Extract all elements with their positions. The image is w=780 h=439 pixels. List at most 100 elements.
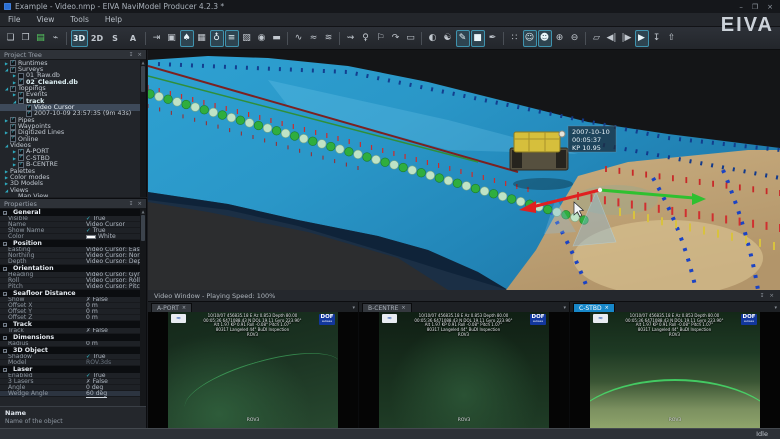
checkbox[interactable]: ✓: [18, 98, 24, 104]
properties-scrollbar[interactable]: ▲: [140, 209, 146, 406]
collapsed-arrow-icon[interactable]: ▶: [3, 118, 10, 123]
checkbox[interactable]: ✓: [10, 117, 16, 123]
video-clapper-button[interactable]: ▱: [590, 30, 604, 47]
property-section-seafloor-distance[interactable]: −Seafloor Distance: [0, 290, 140, 297]
view-3d-button[interactable]: 3D: [71, 30, 88, 47]
sphere-track-2-button[interactable]: ☻: [538, 30, 552, 47]
waypoint-pin-button[interactable]: ♀: [359, 30, 373, 47]
profile-wave-1-button[interactable]: ∿: [292, 30, 306, 47]
menu-view[interactable]: View: [29, 13, 63, 26]
property-section-general[interactable]: −General: [0, 209, 140, 216]
collapse-box-icon[interactable]: −: [3, 242, 7, 246]
chevron-down-icon[interactable]: ▾: [774, 305, 777, 311]
video-tab-b-centre[interactable]: B-CENTRE×: [362, 303, 412, 312]
open-project-button[interactable]: ❒: [19, 30, 33, 47]
collapse-box-icon[interactable]: −: [3, 267, 7, 271]
import-up-button[interactable]: ⇧: [665, 30, 679, 47]
save-button[interactable]: ▤: [34, 30, 48, 47]
snapshot-camera-button[interactable]: ◉: [255, 30, 269, 47]
video-tab-a-port[interactable]: A-PORT×: [151, 303, 192, 312]
checkbox[interactable]: ✓: [10, 130, 16, 136]
checkbox[interactable]: ✓: [18, 155, 24, 161]
point-remove-button[interactable]: ⊖: [568, 30, 582, 47]
expanded-arrow-icon[interactable]: ◢: [3, 143, 10, 148]
property-value[interactable]: Video Cursor: Pitch: [86, 283, 140, 290]
pin-icon[interactable]: ↧: [129, 52, 134, 58]
pin-icon[interactable]: ↧: [760, 293, 765, 299]
square-tool-button[interactable]: ■: [471, 30, 485, 47]
export-down-button[interactable]: ↧: [650, 30, 664, 47]
scatter-points-button[interactable]: ∷: [508, 30, 522, 47]
video-feed-a-port[interactable]: ≈10/10/07 456835.18 E Az 0.853 Depth 80.…: [168, 312, 338, 428]
view-2d-button[interactable]: 2D: [89, 30, 106, 47]
connect-button[interactable]: ⌁: [49, 30, 63, 47]
curve-tool-button[interactable]: ↷: [389, 30, 403, 47]
collapse-box-icon[interactable]: −: [3, 323, 7, 327]
tree-scrollbar[interactable]: ▲: [140, 60, 146, 197]
route-path-button[interactable]: ⇝: [344, 30, 358, 47]
collapsed-arrow-icon[interactable]: ▶: [11, 80, 18, 85]
profile-wave-3-button[interactable]: ≋: [322, 30, 336, 47]
close-button[interactable]: ×: [767, 3, 773, 11]
layer-lines-button[interactable]: ≡: [225, 30, 239, 47]
play-button[interactable]: ▶: [635, 30, 649, 47]
checkbox[interactable]: [18, 73, 24, 79]
property-value[interactable]: 0 m: [86, 340, 98, 347]
property-value[interactable]: ✗False: [86, 327, 108, 334]
video-feed-c-stbd[interactable]: ≈10/10/07 456835.18 E Az 0.853 Depth 80.…: [590, 312, 760, 428]
collapsed-arrow-icon[interactable]: ▶: [3, 130, 10, 135]
menu-file[interactable]: File: [0, 13, 29, 26]
collapsed-arrow-icon[interactable]: ▶: [3, 169, 10, 174]
property-value[interactable]: Video Cursor: Depth: [86, 258, 140, 265]
collapsed-arrow-icon[interactable]: ▶: [11, 92, 18, 97]
collapsed-arrow-icon[interactable]: ▶: [3, 181, 10, 186]
property-section-dimensions[interactable]: −Dimensions: [0, 334, 140, 341]
checkbox[interactable]: ✓: [10, 67, 16, 73]
property-value[interactable]: 60 deg: [86, 390, 107, 398]
close-icon[interactable]: ×: [137, 52, 142, 58]
profile-wave-2-button[interactable]: ≈: [307, 30, 321, 47]
palette-button[interactable]: ☯: [441, 30, 455, 47]
checkbox[interactable]: ✓: [26, 105, 32, 111]
property-value[interactable]: 0 m: [86, 314, 98, 321]
property-section-orientation[interactable]: −Orientation: [0, 265, 140, 272]
checkbox[interactable]: ✓: [10, 124, 16, 130]
property-value[interactable]: White: [86, 233, 116, 240]
maximize-button[interactable]: ❐: [752, 3, 758, 11]
checkbox[interactable]: ✓: [18, 92, 24, 98]
menu-tools[interactable]: Tools: [62, 13, 96, 26]
checkbox[interactable]: ✓: [18, 149, 24, 155]
new-document-button[interactable]: ❏: [4, 30, 18, 47]
view-s-button[interactable]: S: [107, 30, 124, 47]
image-view-button[interactable]: ▧: [240, 30, 254, 47]
checkbox[interactable]: ✓: [10, 60, 16, 66]
collapsed-arrow-icon[interactable]: ▶: [11, 73, 18, 78]
property-row-wedge-angle[interactable]: Wedge Angle60 deg: [0, 391, 140, 397]
tab-close-icon[interactable]: ×: [605, 305, 609, 311]
collapsed-arrow-icon[interactable]: ▶: [11, 162, 18, 167]
menu-help[interactable]: Help: [97, 13, 130, 26]
grid-button[interactable]: ▦: [195, 30, 209, 47]
video-feed-b-centre[interactable]: ≈10/10/07 456835.18 E Az 0.853 Depth 80.…: [379, 312, 549, 428]
property-section-laser[interactable]: −Laser: [0, 366, 140, 373]
ruler-button[interactable]: ▬: [270, 30, 284, 47]
property-section-track[interactable]: −Track: [0, 321, 140, 328]
step-back-button[interactable]: ◀|: [605, 30, 619, 47]
expanded-arrow-icon[interactable]: ◢: [11, 99, 18, 104]
tab-close-icon[interactable]: ×: [182, 305, 186, 311]
property-value[interactable]: ROV.3ds: [86, 359, 111, 366]
expanded-arrow-icon[interactable]: ◢: [3, 86, 10, 91]
color-picker-button[interactable]: ✒: [486, 30, 500, 47]
collapse-box-icon[interactable]: −: [3, 349, 7, 353]
tab-close-icon[interactable]: ×: [401, 305, 405, 311]
chevron-down-icon[interactable]: ▾: [563, 305, 566, 311]
sphere-track-button[interactable]: ☺: [523, 30, 537, 47]
tree-item-map-view[interactable]: Map View: [0, 193, 140, 197]
property-section-3d-object[interactable]: −3D Object: [0, 347, 140, 354]
annotate-text-button[interactable]: A: [125, 30, 142, 47]
expanded-arrow-icon[interactable]: ◢: [3, 67, 10, 72]
collapse-box-icon[interactable]: −: [3, 336, 7, 340]
close-icon[interactable]: ×: [137, 201, 142, 207]
video-tab-c-stbd[interactable]: C-STBD×: [573, 303, 615, 312]
paint-edit-button[interactable]: ✎: [456, 30, 470, 47]
